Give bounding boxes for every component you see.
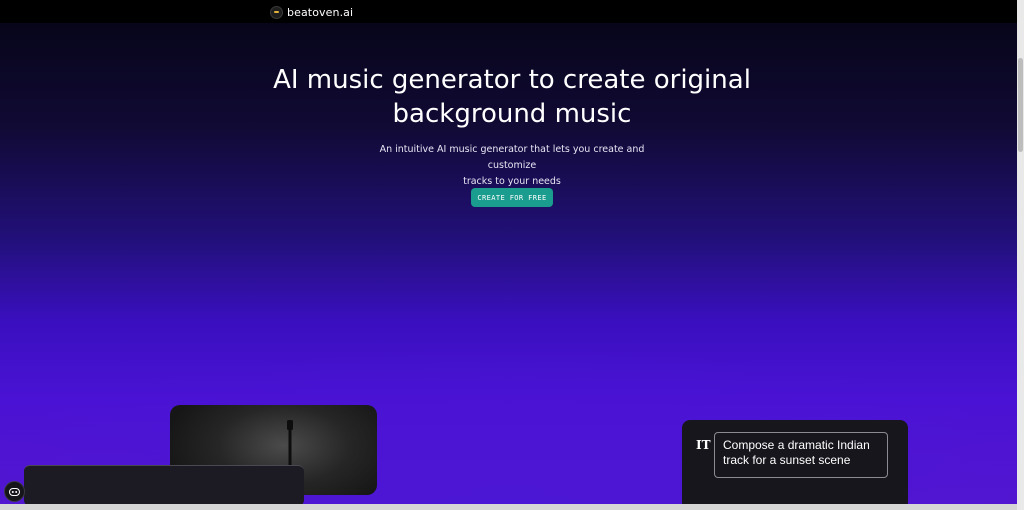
horizontal-scrollbar[interactable] — [0, 504, 1017, 510]
prompt-card: IT Compose a dramatic Indian track for a… — [682, 420, 908, 510]
brand-link[interactable]: beatoven.ai — [270, 5, 353, 19]
vertical-scrollbar[interactable] — [1017, 0, 1024, 510]
chat-widget-button[interactable] — [4, 481, 25, 502]
hero-subtitle-line-1: An intuitive AI music generator that let… — [379, 144, 645, 171]
scrollbar-thumb[interactable] — [1018, 58, 1023, 152]
hero-title-line-1: AI music generator to create original — [273, 65, 751, 95]
prompt-text-line-2: track for a sunset scene — [723, 453, 851, 467]
hero-subtitle-line-2: tracks to your needs — [463, 176, 561, 187]
page: beatoven.ai AI music generator to create… — [0, 0, 1024, 510]
create-for-free-button[interactable]: CREATE FOR FREE — [471, 188, 553, 207]
hero-title: AI music generator to create original ba… — [212, 63, 812, 131]
hero-subtitle: An intuitive AI music generator that let… — [362, 142, 662, 190]
top-navigation-bar: beatoven.ai — [0, 0, 1024, 23]
media-player-panel — [24, 465, 304, 506]
brand-name: beatoven.ai — [287, 5, 354, 19]
prompt-text-line-1: Compose a dramatic Indian — [723, 438, 870, 452]
prompt-input[interactable]: Compose a dramatic Indian track for a su… — [714, 432, 888, 478]
chat-bubble-icon — [9, 487, 20, 496]
text-input-icon: IT — [696, 438, 711, 452]
beatoven-logo-icon — [270, 5, 283, 19]
hero-title-line-2: background music — [392, 99, 632, 129]
